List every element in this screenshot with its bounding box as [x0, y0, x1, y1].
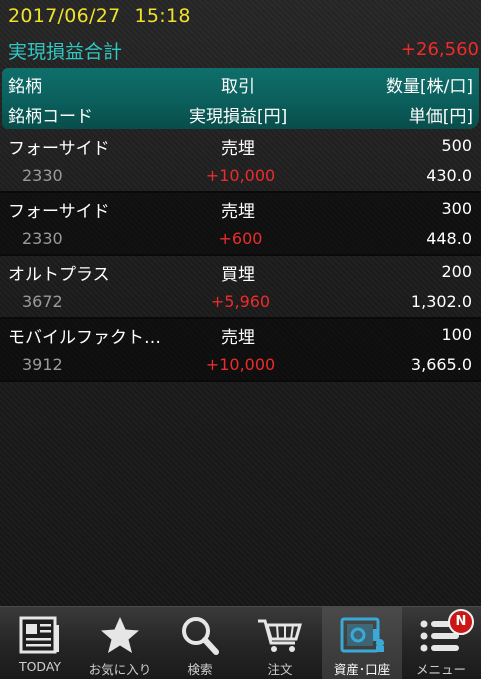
table-row[interactable]: フォーサイド 売埋 300 2330 +600 448.0: [0, 193, 481, 256]
trade-list: フォーサイド 売埋 500 2330 +10,000 430.0 フォーサイド …: [0, 130, 481, 382]
notification-badge: N: [448, 609, 474, 635]
row-qty: 500: [441, 136, 472, 155]
total-label: 実現損益合計: [8, 41, 123, 63]
row-trade: 売埋: [221, 328, 255, 348]
row-qty: 100: [441, 325, 472, 344]
time: 15:18: [134, 5, 191, 27]
row-pl: +10,000: [205, 166, 276, 185]
tab-label: メニュー: [415, 662, 466, 677]
datetime: 2017/06/27 15:18: [8, 5, 191, 27]
tab-label: 検索: [187, 662, 213, 677]
total-value: +26,560: [400, 39, 479, 60]
col-pl: 実現損益[円]: [189, 107, 288, 127]
star-icon: [101, 617, 139, 653]
row-price: 1,302.0: [410, 292, 472, 311]
row-price: 3,665.0: [410, 355, 472, 374]
table-row[interactable]: フォーサイド 売埋 500 2330 +10,000 430.0: [0, 130, 481, 193]
row-trade: 売埋: [221, 202, 255, 222]
col-qty: 数量[株/口]: [386, 77, 473, 97]
tab-label: 注文: [267, 662, 293, 677]
row-pl: +5,960: [210, 292, 271, 311]
row-price: 430.0: [426, 166, 472, 185]
tab-today[interactable]: TODAY: [0, 607, 80, 679]
tab-favorites[interactable]: お気に入り: [80, 607, 160, 679]
cart-icon: [258, 619, 302, 652]
tab-label: お気に入り: [88, 662, 152, 677]
tab-search[interactable]: 検索: [160, 607, 240, 679]
safe-icon: [340, 617, 384, 653]
row-trade: 買埋: [221, 265, 255, 285]
col-price: 単価[円]: [408, 107, 473, 127]
row-pl: +10,000: [205, 355, 276, 374]
row-name: フォーサイド: [8, 139, 110, 159]
tab-label: 資産･口座: [333, 662, 391, 677]
tab-order[interactable]: 注文: [240, 607, 320, 679]
header: 2017/06/27 15:18 実現損益合計 +26,560: [0, 0, 481, 68]
row-name: オルトプラス: [8, 265, 110, 285]
row-price: 448.0: [426, 229, 472, 248]
col-code: 銘柄コード: [8, 107, 93, 127]
newspaper-icon: [19, 616, 59, 654]
row-name: フォーサイド: [8, 202, 110, 222]
row-qty: 200: [441, 262, 472, 281]
row-trade: 売埋: [221, 139, 255, 159]
row-qty: 300: [441, 199, 472, 218]
row-pl: +600: [218, 229, 263, 248]
table-row[interactable]: モバイルファクト… 売埋 100 3912 +10,000 3,665.0: [0, 319, 481, 382]
search-icon: [182, 617, 219, 655]
tab-label: TODAY: [18, 659, 62, 674]
row-name: モバイルファクト…: [8, 328, 161, 348]
column-header: 銘柄 取引 数量[株/口] 銘柄コード 実現損益[円] 単価[円]: [2, 68, 479, 129]
tab-assets[interactable]: 資産･口座: [322, 607, 402, 679]
col-trade: 取引: [221, 77, 255, 97]
date: 2017/06/27: [8, 5, 121, 27]
tab-bar: TODAY お気に入り 検索 注文 資産･口座 メニュー: [0, 606, 481, 679]
table-row[interactable]: オルトプラス 買埋 200 3672 +5,960 1,302.0: [0, 256, 481, 319]
col-name: 銘柄: [8, 77, 42, 97]
